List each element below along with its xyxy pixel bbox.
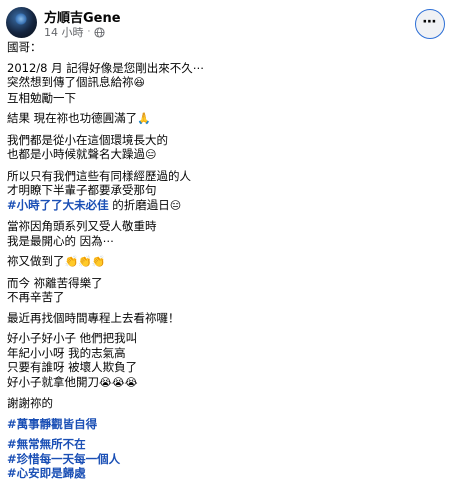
hashtag-link[interactable]: #珍惜每一天每一個人: [7, 452, 120, 466]
post-paragraph: 祢又做到了👏👏👏: [7, 254, 447, 270]
post-paragraph: 國哥：: [7, 40, 447, 55]
post-line: 不再辛苦了: [7, 290, 447, 305]
facebook-post: 方順吉Gene 14 小時 · ⋯ 國哥： 2012/8 月 記得好像是您剛出來不…: [0, 0, 453, 480]
post-line: 互相勉勵一下: [7, 91, 447, 106]
emoji: 😭😭😭: [99, 375, 138, 389]
post-line: 謝謝祢的: [7, 396, 447, 411]
post-body: 國哥： 2012/8 月 記得好像是您剛出來不久⋯ 突然想到傳了個訊息給祢😆 互相勉勵…: [7, 40, 447, 487]
post-line: #小時了了大未必佳 的折磨過日😑: [7, 198, 447, 214]
post-paragraph: 2012/8 月 記得好像是您剛出來不久⋯ 突然想到傳了個訊息給祢😆 互相勉勵一下: [7, 61, 447, 106]
author-avatar[interactable]: [6, 7, 37, 38]
post-paragraph: 謝謝祢的: [7, 396, 447, 411]
post-text: 才明瞭下半輩子都要承受那句: [7, 183, 157, 197]
post-paragraph: 好小子好小子 他們把我叫 年紀小小呀 我的志氣高 只要有誰呀 被壞人欺負了 好小子就拿…: [7, 331, 447, 390]
post-line: #心安即是歸處: [7, 466, 447, 481]
hashtag-link[interactable]: #心安即是歸處: [7, 466, 86, 480]
emoji: 😑: [169, 198, 182, 212]
post-text: 互相勉勵一下: [7, 90, 76, 105]
post-text: 的折磨過日: [108, 197, 170, 212]
post-line: 2012/8 月 記得好像是您剛出來不久⋯: [7, 61, 447, 76]
post-line: 結果 現在祢也功德圓滿了🙏: [7, 111, 447, 127]
post-paragraph: #萬事靜觀皆自得: [7, 417, 447, 432]
post-text: 2012/8 月 記得好像是您剛出來不久⋯: [7, 60, 205, 75]
post-text: 謝謝祢的: [7, 396, 53, 410]
hashtag-link[interactable]: #無常無所不在: [7, 437, 86, 451]
post-line: 也都是小時候就聲名大躁過😑: [7, 147, 447, 163]
post-line: 我是最開心的 因為⋯: [7, 234, 447, 249]
post-text: 最近再找個時間專程上去看祢囉！: [7, 310, 180, 325]
post-paragraph: 結果 現在祢也功德圓滿了🙏: [7, 111, 447, 127]
post-line: 當祢因角頭系列又受人敬重時: [7, 219, 447, 234]
post-paragraph: 我們都是從小在這個環境長大的 也都是小時候就聲名大躁過😑: [7, 133, 447, 163]
hashtag-link[interactable]: #萬事靜觀皆自得: [7, 417, 97, 431]
post-line: 好小子好小子 他們把我叫: [7, 331, 447, 346]
post-text: 好小子好小子 他們把我叫: [7, 331, 138, 345]
post-meta: 14 小時 ·: [44, 24, 105, 40]
post-text: 我們都是從小在這個環境長大的: [7, 132, 168, 147]
post-text: 當祢因角頭系列又受人敬重時: [7, 219, 157, 233]
post-line: #萬事靜觀皆自得: [7, 417, 447, 432]
post-paragraph: 而今 祢離苦得樂了 不再辛苦了: [7, 276, 447, 305]
post-text: 只要有誰呀 被壞人欺負了: [7, 360, 138, 374]
post-header: 方順吉Gene 14 小時 · ⋯: [0, 0, 453, 40]
emoji: 😆: [133, 76, 145, 89]
emoji: 🙏: [137, 112, 151, 125]
post-line: 年紀小小呀 我的志氣高: [7, 346, 447, 361]
post-paragraph: 所以只有我們這些有同樣經歷過的人 才明瞭下半輩子都要承受那句 #小時了了大未必佳 的…: [7, 169, 447, 214]
post-line: #無常無所不在: [7, 437, 447, 452]
post-line: 而今 祢離苦得樂了: [7, 276, 447, 291]
post-line: 才明瞭下半輩子都要承受那句: [7, 183, 447, 198]
post-line: 好小子就拿他開刀😭😭😭: [7, 375, 447, 391]
post-text: 不再辛苦了: [7, 290, 65, 304]
more-options-button[interactable]: ⋯: [415, 9, 445, 39]
post-line: 只要有誰呀 被壞人欺負了: [7, 360, 447, 375]
globe-icon: [94, 26, 105, 38]
post-text: 而今 祢離苦得樂了: [7, 275, 103, 290]
more-options-icon: ⋯: [422, 13, 438, 30]
post-line: 國哥：: [7, 40, 447, 55]
post-line: 祢又做到了👏👏👏: [7, 254, 447, 270]
post-text: 結果 現在祢也功德圓滿了: [7, 111, 138, 125]
emoji: 👏👏👏: [64, 255, 106, 268]
post-text: 年紀小小呀 我的志氣高: [7, 345, 126, 360]
post-paragraph: #無常無所不在 #珍惜每一天每一個人 #心安即是歸處: [7, 437, 447, 481]
post-line: 突然想到傳了個訊息給祢😆: [7, 75, 447, 91]
hashtag-link[interactable]: #小時了了大未必佳: [7, 198, 109, 212]
post-paragraph: 當祢因角頭系列又受人敬重時 我是最開心的 因為⋯: [7, 219, 447, 248]
post-paragraph: 最近再找個時間專程上去看祢囉！: [7, 311, 447, 326]
post-text: 突然想到傳了個訊息給祢: [7, 75, 134, 89]
post-time[interactable]: 14 小時: [44, 24, 84, 40]
emoji: 😑: [145, 148, 157, 161]
post-line: 我們都是從小在這個環境長大的: [7, 133, 447, 148]
post-line: #珍惜每一天每一個人: [7, 452, 447, 467]
separator-dot: ·: [87, 27, 91, 37]
post-text: 祢又做到了: [7, 254, 65, 268]
post-text: 所以只有我們這些有同樣經歷過的人: [7, 168, 191, 183]
post-text: 也都是小時候就聲名大躁過: [7, 147, 145, 161]
post-text: 國哥：: [7, 40, 42, 54]
post-text: 好小子就拿他開刀: [7, 374, 99, 389]
post-line: 最近再找個時間專程上去看祢囉！: [7, 311, 447, 326]
post-text: 我是最開心的 因為⋯: [7, 233, 115, 248]
post-line: 所以只有我們這些有同樣經歷過的人: [7, 169, 447, 184]
